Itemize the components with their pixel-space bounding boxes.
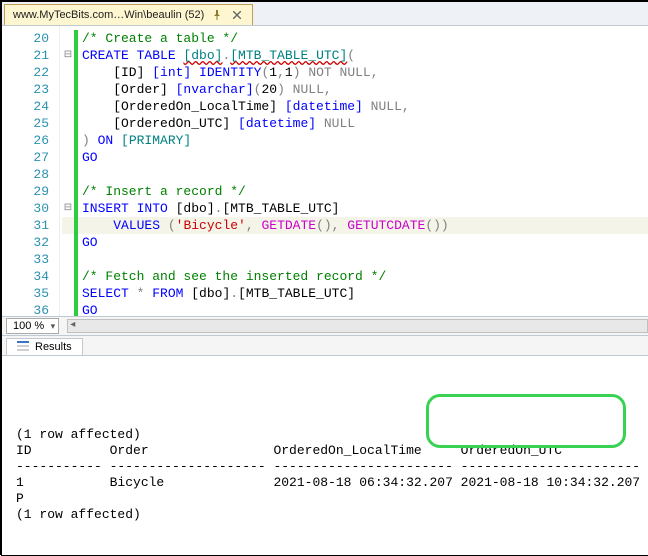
line-number: 32 (2, 234, 55, 251)
line-number: 25 (2, 115, 55, 132)
code-body[interactable]: /* Create a table */⊟CREATE TABLE [dbo].… (60, 26, 648, 316)
code-line[interactable]: ⊟CREATE TABLE [dbo].[MTB_TABLE_UTC]( (62, 47, 648, 64)
zoom-value: 100 % (13, 320, 44, 332)
zoom-selector[interactable]: 100 % (6, 318, 59, 334)
code-line[interactable]: ⊟INSERT INTO [dbo].[MTB_TABLE_UTC] (62, 200, 648, 217)
change-bar (74, 166, 78, 183)
code-text: VALUES ('Bicycle', GETDATE(), GETUTCDATE… (78, 217, 449, 234)
line-number: 23 (2, 81, 55, 98)
code-line[interactable]: /* Fetch and see the inserted record */ (62, 268, 648, 285)
code-line[interactable]: GO (62, 149, 648, 166)
document-tab[interactable]: www.MyTecBits.com…Win\beaulin (52) (4, 4, 253, 25)
results-line: Completion time: 2021-08-18T06:34:32.219… (16, 555, 634, 556)
code-line[interactable]: /* Create a table */ (62, 30, 648, 47)
code-line[interactable]: [OrderedOn_UTC] [datetime] NULL (62, 115, 648, 132)
line-number: 21 (2, 47, 55, 64)
line-number: 34 (2, 268, 55, 285)
tab-title: www.MyTecBits.com…Win\beaulin (52) (13, 9, 204, 21)
results-line: (1 row affected) (16, 427, 634, 443)
line-number-gutter: 202122232425262728293031323334353637 (2, 26, 60, 316)
ssms-window: { "tab": { "title": "www.MyTecBits.com…W… (2, 2, 648, 555)
fold-marker[interactable]: ⊟ (62, 200, 74, 217)
code-text: GO (78, 302, 98, 316)
code-text: CREATE TABLE [dbo].[MTB_TABLE_UTC]( (78, 47, 355, 64)
code-line[interactable]: [Order] [nvarchar](20) NULL, (62, 81, 648, 98)
line-number: 27 (2, 149, 55, 166)
horizontal-scrollbar[interactable] (67, 319, 648, 333)
code-text: [Order] [nvarchar](20) NULL, (78, 81, 332, 98)
results-line: P (16, 491, 634, 507)
code-line[interactable] (62, 166, 648, 183)
line-number: 35 (2, 285, 55, 302)
line-number: 36 (2, 302, 55, 316)
code-text: GO (78, 234, 98, 251)
code-line[interactable]: /* Insert a record */ (62, 183, 648, 200)
results-header: Results (2, 335, 648, 355)
code-line[interactable]: GO (62, 302, 648, 316)
code-text: GO (78, 149, 98, 166)
code-line[interactable]: [OrderedOn_LocalTime] [datetime] NULL, (62, 98, 648, 115)
results-pane[interactable]: (1 row affected)ID Order OrderedOn_Local… (2, 355, 648, 555)
code-line[interactable]: [ID] [int] IDENTITY(1,1) NOT NULL, (62, 64, 648, 81)
line-number: 29 (2, 183, 55, 200)
results-line: ----------- -------------------- -------… (16, 459, 634, 475)
code-text: SELECT * FROM [dbo].[MTB_TABLE_UTC] (78, 285, 355, 302)
results-line: (1 row affected) (16, 507, 634, 523)
line-number: 22 (2, 64, 55, 81)
results-line (16, 411, 634, 427)
line-number: 26 (2, 132, 55, 149)
code-text: /* Create a table */ (78, 30, 238, 47)
change-bar (74, 251, 78, 268)
results-tab-label: Results (35, 341, 72, 353)
code-text: [OrderedOn_LocalTime] [datetime] NULL, (78, 98, 410, 115)
line-number: 30 (2, 200, 55, 217)
code-text: [OrderedOn_UTC] [datetime] NULL (78, 115, 355, 132)
code-line[interactable]: SELECT * FROM [dbo].[MTB_TABLE_UTC] (62, 285, 648, 302)
results-line (16, 539, 634, 555)
code-text: INSERT INTO [dbo].[MTB_TABLE_UTC] (78, 200, 339, 217)
line-number: 28 (2, 166, 55, 183)
tab-strip: www.MyTecBits.com…Win\beaulin (52) (2, 2, 648, 26)
code-line[interactable] (62, 251, 648, 268)
results-line: ID Order OrderedOn_LocalTime OrderedOn_U… (16, 443, 634, 459)
code-line[interactable]: GO (62, 234, 648, 251)
line-number: 33 (2, 251, 55, 268)
code-text: /* Fetch and see the inserted record */ (78, 268, 386, 285)
close-icon[interactable] (230, 8, 244, 22)
code-editor[interactable]: 202122232425262728293031323334353637 /* … (2, 26, 648, 316)
code-text: [ID] [int] IDENTITY(1,1) NOT NULL, (78, 64, 379, 81)
code-text: ) ON [PRIMARY] (78, 132, 191, 149)
results-line (16, 523, 634, 539)
line-number: 31 (2, 217, 55, 234)
code-line[interactable]: VALUES ('Bicycle', GETDATE(), GETUTCDATE… (62, 217, 648, 234)
pin-icon[interactable] (210, 8, 224, 22)
editor-footer: 100 % (2, 316, 648, 335)
results-tab[interactable]: Results (6, 338, 83, 356)
grid-icon (17, 341, 29, 353)
line-number: 24 (2, 98, 55, 115)
fold-marker[interactable]: ⊟ (62, 47, 74, 64)
code-text: /* Insert a record */ (78, 183, 246, 200)
code-line[interactable]: ) ON [PRIMARY] (62, 132, 648, 149)
results-line: 1 Bicycle 2021-08-18 06:34:32.207 2021-0… (16, 475, 634, 491)
line-number: 20 (2, 30, 55, 47)
